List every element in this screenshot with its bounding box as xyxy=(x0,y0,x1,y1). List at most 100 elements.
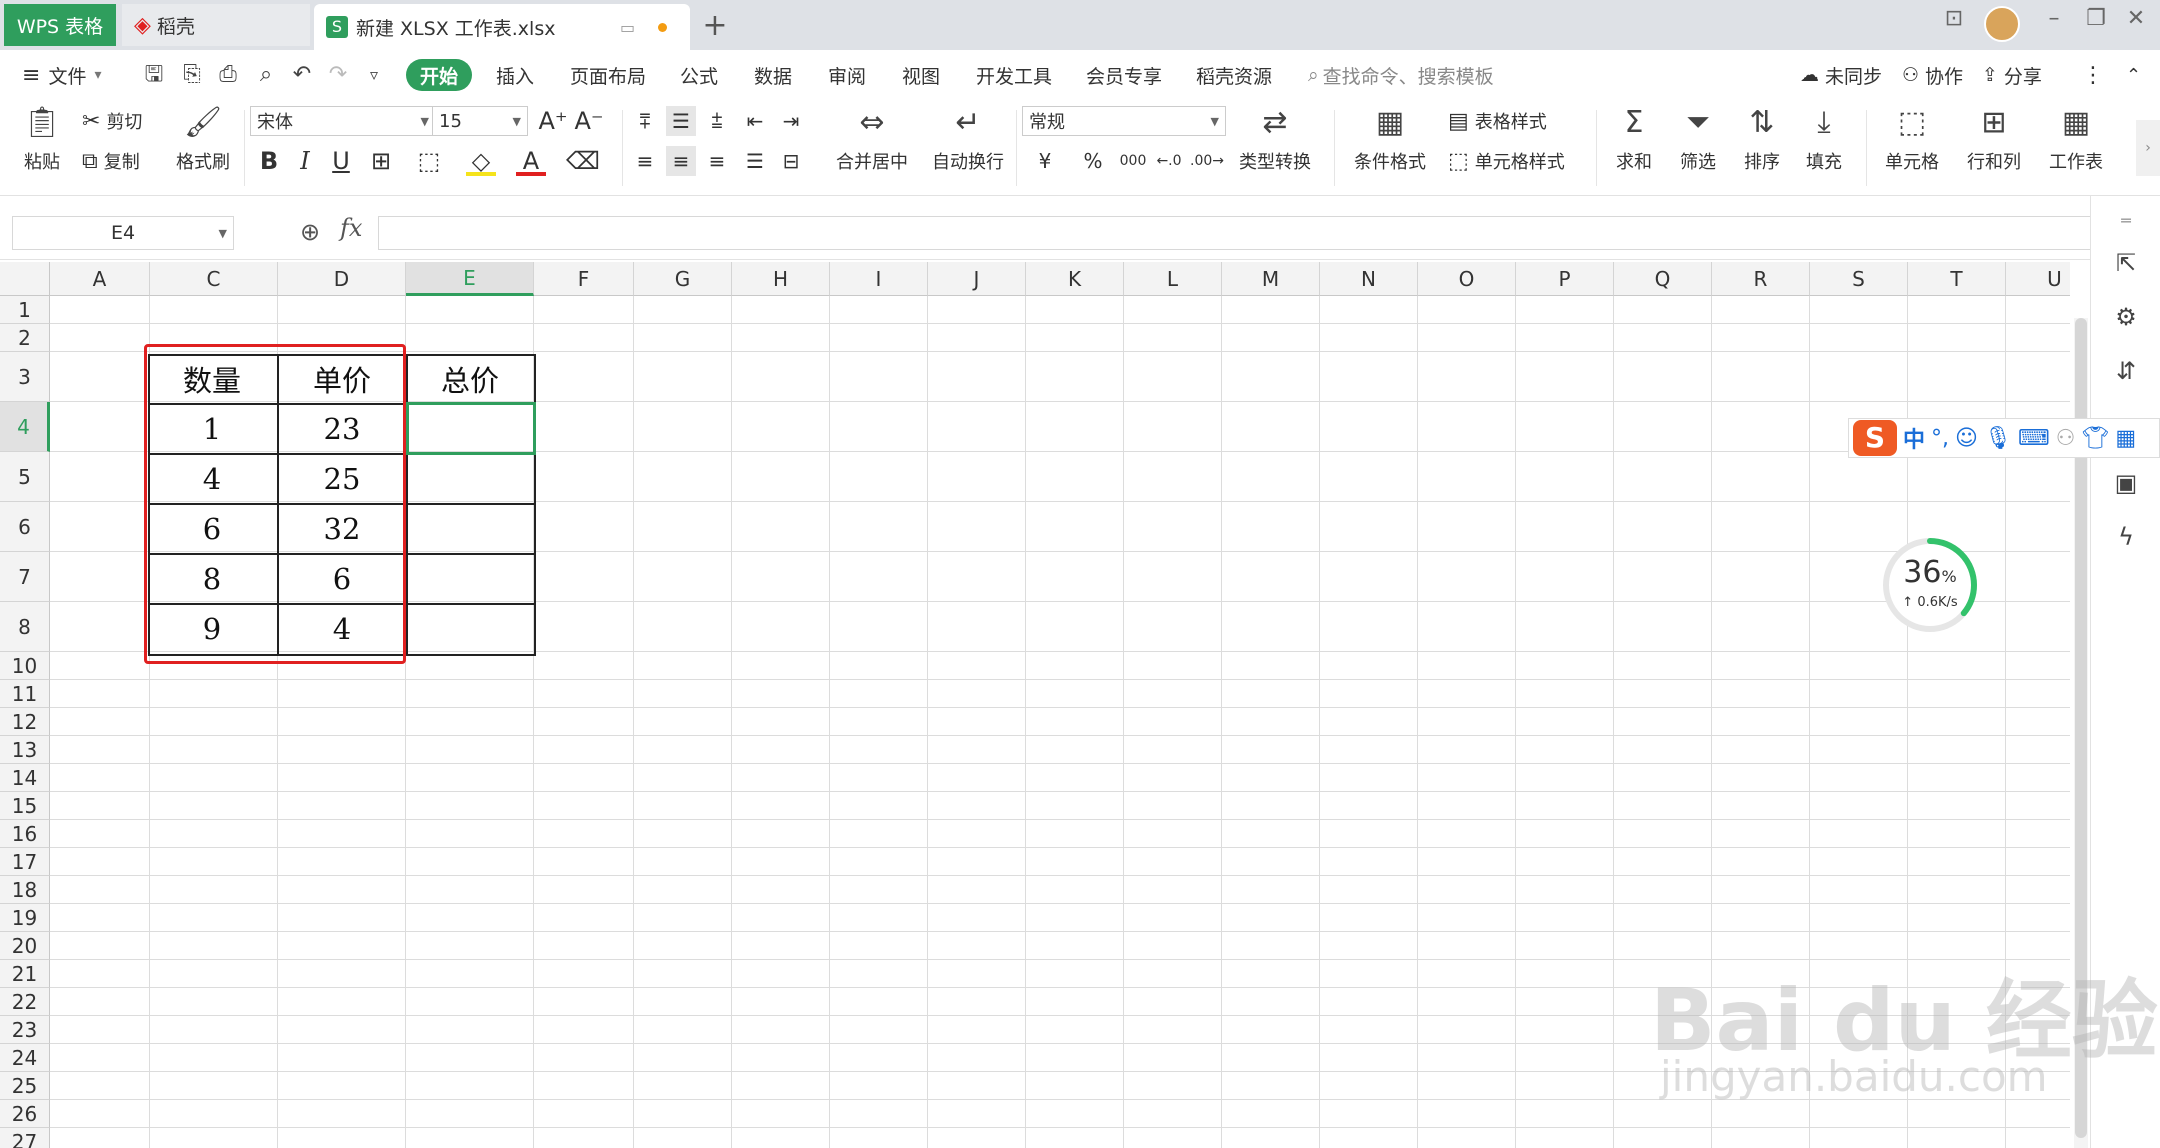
redo-icon[interactable]: ↷ xyxy=(324,62,352,88)
decrease-font-icon[interactable]: A⁻ xyxy=(574,106,604,136)
tab-daoke-resources[interactable]: 稻壳资源 xyxy=(1196,50,1272,100)
currency-button[interactable]: ¥ xyxy=(1030,146,1060,176)
name-box[interactable]: E4 ▼ xyxy=(12,216,234,250)
monitor-icon[interactable]: ▭ xyxy=(620,18,635,37)
column-header-k[interactable]: K xyxy=(1026,262,1124,296)
collapse-ribbon-icon[interactable]: ⌃ xyxy=(2126,50,2141,100)
export-pdf-icon[interactable]: ⎘ xyxy=(178,62,206,88)
row-header-4[interactable]: 4 xyxy=(0,402,50,452)
collaborate-button[interactable]: ⚇ 协作 xyxy=(1902,50,1963,100)
tab-review[interactable]: 审阅 xyxy=(828,50,866,100)
layout-switch-icon[interactable]: ⊡ xyxy=(1934,6,1974,31)
ime-punctuation[interactable]: °, xyxy=(1931,426,1949,451)
column-header-e[interactable]: E xyxy=(406,262,534,296)
fx-button[interactable]: fx xyxy=(340,214,362,242)
paste-button[interactable]: 📋︎ 粘贴 xyxy=(14,106,70,174)
tab-insert[interactable]: 插入 xyxy=(496,50,534,100)
column-header-f[interactable]: F xyxy=(534,262,634,296)
column-header-s[interactable]: S xyxy=(1810,262,1908,296)
table-style-button[interactable]: ▤ 表格样式 xyxy=(1448,108,1547,134)
row-header-16[interactable]: 16 xyxy=(0,820,50,848)
selected-cell-e4[interactable] xyxy=(406,402,536,455)
emoji-icon[interactable]: ☺ xyxy=(1955,426,1978,451)
row-header-11[interactable]: 11 xyxy=(0,680,50,708)
sum-button[interactable]: Σ 求和 xyxy=(1606,106,1662,174)
column-header-i[interactable]: I xyxy=(830,262,928,296)
column-header-c[interactable]: C xyxy=(150,262,278,296)
row-header-19[interactable]: 19 xyxy=(0,904,50,932)
cell-style-button[interactable]: ⬚ 单元格样式 xyxy=(1448,148,1565,174)
tab-view[interactable]: 视图 xyxy=(902,50,940,100)
image-gallery-icon[interactable]: ▣ xyxy=(2109,466,2143,500)
merge-center-button[interactable]: ⇔ 合并居中 xyxy=(826,106,918,174)
indent-increase-icon[interactable]: ⇥ xyxy=(776,106,806,136)
thousands-button[interactable]: 000 xyxy=(1118,146,1148,176)
tab-data[interactable]: 数据 xyxy=(754,50,792,100)
column-header-r[interactable]: R xyxy=(1712,262,1810,296)
cell-button[interactable]: ⬚ 单元格 xyxy=(1876,106,1948,174)
align-center-icon[interactable]: ≡ xyxy=(666,146,696,176)
percent-button[interactable]: % xyxy=(1078,146,1108,176)
row-header-3[interactable]: 3 xyxy=(0,352,50,402)
row-header-15[interactable]: 15 xyxy=(0,792,50,820)
save-icon[interactable]: 🖫 xyxy=(140,62,168,88)
sync-status-button[interactable]: ☁ 未同步 xyxy=(1800,50,1882,100)
tab-start[interactable]: 开始 xyxy=(406,59,472,91)
microphone-icon[interactable]: 🎙︎ xyxy=(1984,426,2012,451)
row-header-18[interactable]: 18 xyxy=(0,876,50,904)
tab-daoke[interactable]: ◈ 稻壳 xyxy=(122,4,310,46)
conditional-format-button[interactable]: ▦ 条件格式 xyxy=(1346,106,1434,174)
transform-icon[interactable]: ⇵ xyxy=(2109,354,2143,388)
align-right-icon[interactable]: ≡ xyxy=(702,146,732,176)
keyboard-icon[interactable]: ⌨ xyxy=(2018,426,2050,451)
align-top-icon[interactable]: ⩱ xyxy=(630,106,660,136)
row-header-21[interactable]: 21 xyxy=(0,960,50,988)
command-search[interactable]: ⌕ 查找命令、搜索模板 xyxy=(1308,50,1494,100)
undo-icon[interactable]: ↶ xyxy=(288,62,316,88)
row-header-20[interactable]: 20 xyxy=(0,932,50,960)
new-tab-button[interactable]: + xyxy=(700,4,730,46)
column-header-d[interactable]: D xyxy=(278,262,406,296)
column-header-u[interactable]: U xyxy=(2006,262,2070,296)
type-convert-button[interactable]: ⇄ 类型转换 xyxy=(1232,106,1318,174)
row-header-12[interactable]: 12 xyxy=(0,708,50,736)
font-size-select[interactable]: 15 ▼ xyxy=(432,106,528,136)
column-header-g[interactable]: G xyxy=(634,262,732,296)
column-header-h[interactable]: H xyxy=(732,262,830,296)
close-icon[interactable]: ✕ xyxy=(2116,6,2156,31)
row-header-25[interactable]: 25 xyxy=(0,1072,50,1100)
align-middle-icon[interactable]: ☰ xyxy=(666,106,696,136)
row-header-27[interactable]: 27 xyxy=(0,1128,50,1148)
column-header-p[interactable]: P xyxy=(1516,262,1614,296)
more-options-icon[interactable]: ⋮ xyxy=(2082,50,2104,100)
column-header-a[interactable]: A xyxy=(50,262,150,296)
tab-member[interactable]: 会员专享 xyxy=(1086,50,1162,100)
number-format-select[interactable]: 常规 ▼ xyxy=(1022,106,1226,136)
worksheet-button[interactable]: ▦ 工作表 xyxy=(2040,106,2112,174)
settings-sliders-icon[interactable]: ⚙ xyxy=(2109,300,2143,334)
fill-color-icon[interactable]: ◇ xyxy=(466,146,496,176)
quick-access-dropdown-icon[interactable]: ▿ xyxy=(360,62,388,88)
tab-wps-spreadsheet[interactable]: WPS 表格 xyxy=(4,4,116,46)
ribbon-scroll-right-icon[interactable]: › xyxy=(2136,120,2160,176)
row-header-5[interactable]: 5 xyxy=(0,452,50,502)
tab-formula[interactable]: 公式 xyxy=(680,50,718,100)
column-header-q[interactable]: Q xyxy=(1614,262,1712,296)
select-all-corner[interactable] xyxy=(0,262,50,296)
user-icon[interactable]: ⚇ xyxy=(2056,426,2076,451)
ime-toolbar[interactable]: S 中 °, ☺ 🎙︎ ⌨ ⚇ 👕︎ ▦ xyxy=(1848,418,2160,458)
column-header-n[interactable]: N xyxy=(1320,262,1418,296)
row-header-8[interactable]: 8 xyxy=(0,602,50,652)
lightning-icon[interactable]: ϟ xyxy=(2109,520,2143,554)
underline-button[interactable]: U xyxy=(326,146,356,176)
column-header-t[interactable]: T xyxy=(1908,262,2006,296)
eraser-icon[interactable]: ⌫ xyxy=(566,146,600,176)
cell-format-icon[interactable]: ⬚ xyxy=(414,146,444,176)
row-col-button[interactable]: ⊞ 行和列 xyxy=(1958,106,2030,174)
user-avatar[interactable] xyxy=(1984,6,2020,42)
cut-button[interactable]: ✂ 剪切 xyxy=(82,108,142,134)
row-header-23[interactable]: 23 xyxy=(0,1016,50,1044)
tab-page-layout[interactable]: 页面布局 xyxy=(570,50,646,100)
share-button[interactable]: ⇪ 分享 xyxy=(1982,50,2042,100)
fill-button[interactable]: ⤓ 填充 xyxy=(1796,106,1852,174)
